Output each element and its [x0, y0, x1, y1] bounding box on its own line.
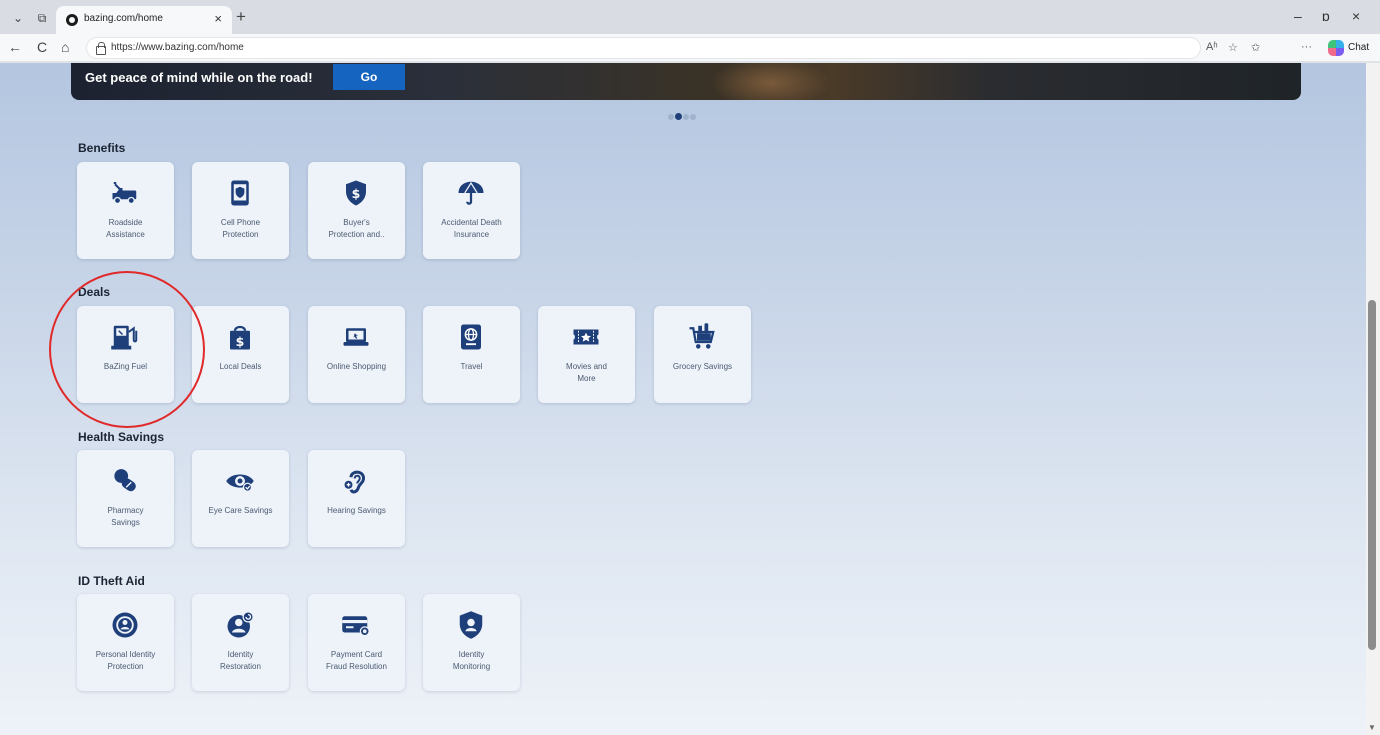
tab-list-chevron-icon[interactable]: ⌄	[8, 8, 28, 28]
card-label: Pharmacy Savings	[107, 506, 144, 527]
card-label: Travel	[460, 362, 483, 371]
identity-target-icon	[110, 610, 140, 640]
card-buyer-s-protection-and[interactable]: $ Buyer's Protection and..	[308, 162, 405, 259]
more-icon[interactable]: ···	[1301, 41, 1312, 53]
tab-title: bazing.com/home	[84, 13, 163, 24]
window-close-icon[interactable]: ×	[1352, 8, 1360, 24]
carousel-indicators	[668, 108, 697, 121]
card-roadside-assistance[interactable]: Roadside Assistance	[77, 162, 174, 259]
card-cell-phone-protection[interactable]: Cell Phone Protection	[192, 162, 289, 259]
site-favicon-icon	[66, 14, 78, 26]
carousel-dot[interactable]	[668, 113, 674, 120]
card-identity-monitoring[interactable]: Identity Monitoring	[423, 594, 520, 691]
credit-card-icon	[341, 610, 371, 640]
favorite-star-icon[interactable]: ☆	[1228, 41, 1238, 54]
card-local-deals[interactable]: $ Local Deals	[192, 306, 289, 403]
copilot-icon	[1328, 40, 1344, 56]
card-label: Accidental Death Insurance	[441, 218, 502, 239]
card-hearing-savings[interactable]: Hearing Savings	[308, 450, 405, 547]
carousel-dot[interactable]	[690, 113, 696, 120]
grocery-cart-icon	[687, 322, 717, 352]
card-label: Roadside Assistance	[106, 218, 145, 239]
minimize-icon[interactable]: –	[1294, 8, 1302, 24]
card-movies-and-more[interactable]: Movies and More	[538, 306, 635, 403]
banner-text: Get peace of mind while on the road!	[85, 70, 313, 85]
go-button[interactable]: Go	[333, 64, 405, 90]
eye-icon	[225, 466, 255, 496]
banner-image	[711, 63, 831, 100]
ear-icon	[341, 466, 371, 496]
restore-icon[interactable]: ɒ	[1322, 8, 1330, 24]
card-label: Personal Identity Protection	[95, 650, 156, 671]
phone-shield-icon	[225, 178, 255, 208]
section-title-benefits: Benefits	[78, 141, 126, 155]
card-grocery-savings[interactable]: Grocery Savings	[654, 306, 751, 403]
card-payment-card-fraud-resolution[interactable]: Payment Card Fraud Resolution	[308, 594, 405, 691]
passport-icon	[456, 322, 486, 352]
card-personal-identity-protection[interactable]: Personal Identity Protection	[77, 594, 174, 691]
card-online-shopping[interactable]: Online Shopping	[308, 306, 405, 403]
card-label: Grocery Savings	[672, 362, 733, 371]
card-label: Eye Care Savings	[208, 506, 273, 515]
svg-text:$: $	[236, 334, 245, 349]
page-content: Get peace of mind while on the road! Go …	[0, 63, 1366, 735]
tab-strip: ⌄ ⧉ bazing.com/home × + – ɒ ×	[0, 0, 1380, 34]
scrollbar-thumb[interactable]	[1368, 300, 1376, 650]
pills-icon	[110, 466, 140, 496]
scroll-down-arrow-icon[interactable]: ▼	[1368, 723, 1376, 732]
tab-actions-icon[interactable]: ⧉	[32, 8, 52, 28]
carousel-dot[interactable]	[675, 113, 682, 121]
card-pharmacy-savings[interactable]: Pharmacy Savings	[77, 450, 174, 547]
card-travel[interactable]: Travel	[423, 306, 520, 403]
new-tab-icon[interactable]: +	[236, 8, 246, 26]
card-label: Identity Monitoring	[452, 650, 491, 671]
card-identity-restoration[interactable]: Identity Restoration	[192, 594, 289, 691]
refresh-icon[interactable]: C	[37, 39, 47, 55]
user-restore-icon	[225, 610, 255, 640]
url-text: https://www.bazing.com/home	[111, 42, 244, 53]
shield-dollar-icon: $	[341, 178, 371, 208]
copilot-chat-button[interactable]: Chat	[1326, 38, 1376, 58]
umbrella-icon	[456, 178, 486, 208]
card-label: Hearing Savings	[327, 506, 386, 515]
ticket-icon	[571, 322, 601, 352]
section-title-health-savings: Health Savings	[78, 430, 165, 444]
favorites-icon[interactable]: ✩	[1251, 41, 1260, 54]
card-label: Movies and More	[566, 362, 607, 383]
card-label: Online Shopping	[326, 362, 387, 371]
card-label: Buyer's Protection and..	[328, 218, 385, 239]
user-shield-icon	[456, 610, 486, 640]
highlight-circle	[49, 271, 205, 428]
home-icon[interactable]: ⌂	[61, 39, 69, 55]
card-eye-care-savings[interactable]: Eye Care Savings	[192, 450, 289, 547]
browser-tab[interactable]: bazing.com/home ×	[56, 6, 232, 34]
promo-banner: Get peace of mind while on the road! Go	[71, 63, 1301, 100]
card-label: Local Deals	[219, 362, 262, 371]
card-accidental-death-insurance[interactable]: Accidental Death Insurance	[423, 162, 520, 259]
carousel-dot[interactable]	[683, 113, 689, 120]
card-label: Identity Restoration	[220, 650, 261, 671]
address-bar-row: ← C ⌂ https://www.bazing.com/home Aʱ ☆ ✩…	[0, 34, 1380, 62]
tow-truck-icon	[110, 178, 140, 208]
lock-icon	[95, 42, 106, 55]
card-label: Cell Phone Protection	[220, 218, 261, 239]
card-label: Payment Card Fraud Resolution	[326, 650, 387, 671]
laptop-icon	[341, 322, 371, 352]
shopping-bag-icon: $	[225, 322, 255, 352]
chat-label: Chat	[1348, 42, 1370, 53]
section-title-id-theft-aid: ID Theft Aid	[78, 574, 145, 588]
tab-close-icon[interactable]: ×	[214, 11, 222, 26]
url-field[interactable]: https://www.bazing.com/home	[86, 37, 1201, 59]
read-aloud-icon[interactable]: Aʱ	[1206, 41, 1218, 53]
back-icon[interactable]: ←	[8, 39, 22, 55]
svg-text:$: $	[352, 186, 361, 201]
